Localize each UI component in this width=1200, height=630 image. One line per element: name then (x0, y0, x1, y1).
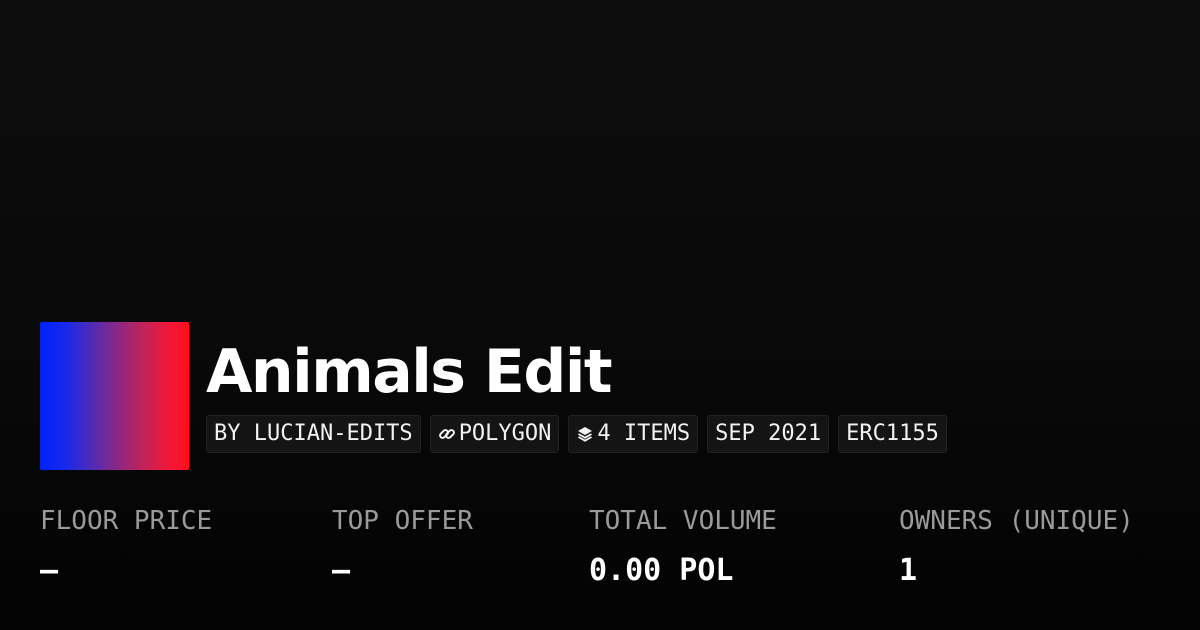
items-tag[interactable]: 4 ITEMS (568, 415, 699, 453)
stat-top-offer-value: – (332, 553, 351, 588)
stat-floor-price-label: FLOOR PRICE (40, 506, 213, 536)
items-tag-label: 4 ITEMS (597, 421, 691, 446)
stat-floor-price-value: – (40, 553, 59, 588)
stat-owners-label: OWNERS (UNIQUE) (899, 506, 1134, 536)
stat-total-volume-value: 0.00 POL (589, 553, 734, 588)
stat-total-volume: TOTAL VOLUME 0.00 POL (589, 500, 777, 592)
stat-top-offer: TOP OFFER – (332, 500, 473, 592)
creator-tag-label: BY LUCIAN-EDITS (214, 421, 413, 446)
stat-floor-price: FLOOR PRICE – (40, 500, 212, 592)
stat-total-volume-label: TOTAL VOLUME (589, 506, 777, 536)
stat-top-offer-label: TOP OFFER (332, 506, 473, 536)
date-tag-label: SEP 2021 (715, 421, 822, 446)
standard-tag: ERC1155 (838, 415, 947, 453)
layers-icon (576, 425, 594, 443)
stat-owners: OWNERS (UNIQUE) 1 (899, 500, 1134, 592)
chain-tag[interactable]: POLYGON (429, 415, 560, 453)
link-icon (438, 425, 456, 443)
collection-avatar (40, 322, 189, 470)
collection-stats: FLOOR PRICE – TOP OFFER – TOTAL VOLUME 0… (0, 500, 1200, 600)
chain-tag-label: POLYGON (458, 421, 552, 446)
creator-tag[interactable]: BY LUCIAN-EDITS (206, 415, 421, 453)
standard-tag-label: ERC1155 (846, 421, 939, 446)
date-tag: SEP 2021 (707, 415, 830, 453)
stat-owners-value: 1 (899, 553, 918, 588)
collection-title: Animals Edit (206, 337, 613, 407)
collection-tags: BY LUCIAN-EDITS POLYGON 4 ITEMS SEP 2021… (206, 415, 947, 453)
